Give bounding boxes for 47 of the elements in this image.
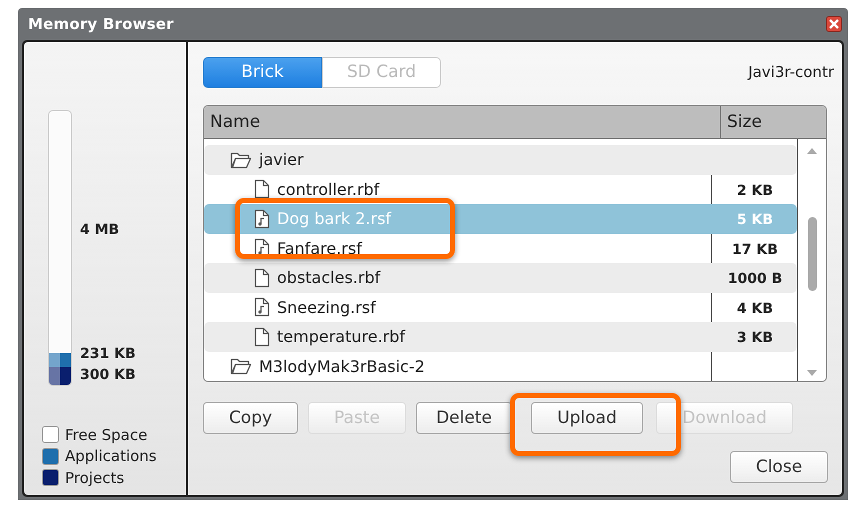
file-row[interactable]: obstacles.rbf 1000 B bbox=[204, 263, 797, 292]
device-name: Javi3r-contr bbox=[748, 63, 834, 81]
close-button[interactable]: Close bbox=[730, 451, 828, 483]
file-name: controller.rbf bbox=[277, 180, 380, 199]
file-size: 5 KB bbox=[736, 212, 774, 228]
file-name: temperature.rbf bbox=[277, 327, 406, 346]
file-name: obstacles.rbf bbox=[277, 268, 380, 288]
action-button[interactable]: Upload bbox=[531, 402, 643, 434]
file-size: 3 KB bbox=[736, 330, 774, 346]
file-name: Sneezing.rsf bbox=[277, 298, 376, 317]
close-icon bbox=[829, 19, 839, 29]
storage-reading: 231 KB bbox=[80, 345, 137, 364]
file-name: Fanfare.rsf bbox=[277, 238, 362, 258]
file-row[interactable]: temperature.rbf 3 KB bbox=[204, 322, 797, 352]
file-row[interactable]: Sneezing.rsf 4 KB bbox=[204, 292, 797, 322]
column-header[interactable]: Name bbox=[204, 106, 720, 138]
action-button[interactable]: Copy bbox=[203, 402, 298, 434]
file-size: 2 KB bbox=[736, 182, 774, 199]
scroll-up-icon bbox=[806, 147, 818, 155]
scroll-thumb[interactable] bbox=[808, 217, 816, 291]
file-row[interactable]: M3lodyMak3rBasic-2 bbox=[204, 352, 797, 381]
file-row[interactable]: controller.rbf 2 KB bbox=[204, 174, 797, 204]
storage-reading: 4 MB bbox=[80, 221, 120, 240]
file-icon bbox=[254, 268, 270, 288]
file-icon bbox=[254, 326, 270, 347]
file-size: 17 KB bbox=[732, 242, 778, 258]
file-size: 1000 B bbox=[728, 271, 782, 288]
legend-label: Free Space bbox=[65, 426, 148, 444]
folder-icon bbox=[230, 357, 252, 376]
file-icon bbox=[254, 179, 270, 200]
file-row[interactable]: javier bbox=[204, 145, 797, 174]
legend-label: Projects bbox=[65, 468, 124, 487]
file-size: 4 KB bbox=[736, 300, 774, 317]
file-name: javier bbox=[259, 150, 304, 170]
legend-label: Applications bbox=[65, 447, 157, 466]
window-title: Memory Browser bbox=[28, 15, 174, 33]
storage-reading: 300 KB bbox=[80, 366, 137, 385]
file-row[interactable]: Fanfare.rsf 17 KB bbox=[204, 234, 797, 263]
sound-file-icon bbox=[254, 297, 270, 318]
close-button[interactable] bbox=[826, 16, 842, 32]
folder-icon bbox=[230, 150, 252, 169]
sound-file-icon bbox=[254, 208, 270, 229]
column-header[interactable]: Size bbox=[720, 106, 826, 138]
file-name: Dog bark 2.rsf bbox=[277, 209, 392, 228]
file-name: M3lodyMak3rBasic-2 bbox=[259, 356, 425, 376]
scroll-down-icon bbox=[806, 369, 818, 377]
action-button[interactable]: Delete bbox=[416, 402, 512, 434]
